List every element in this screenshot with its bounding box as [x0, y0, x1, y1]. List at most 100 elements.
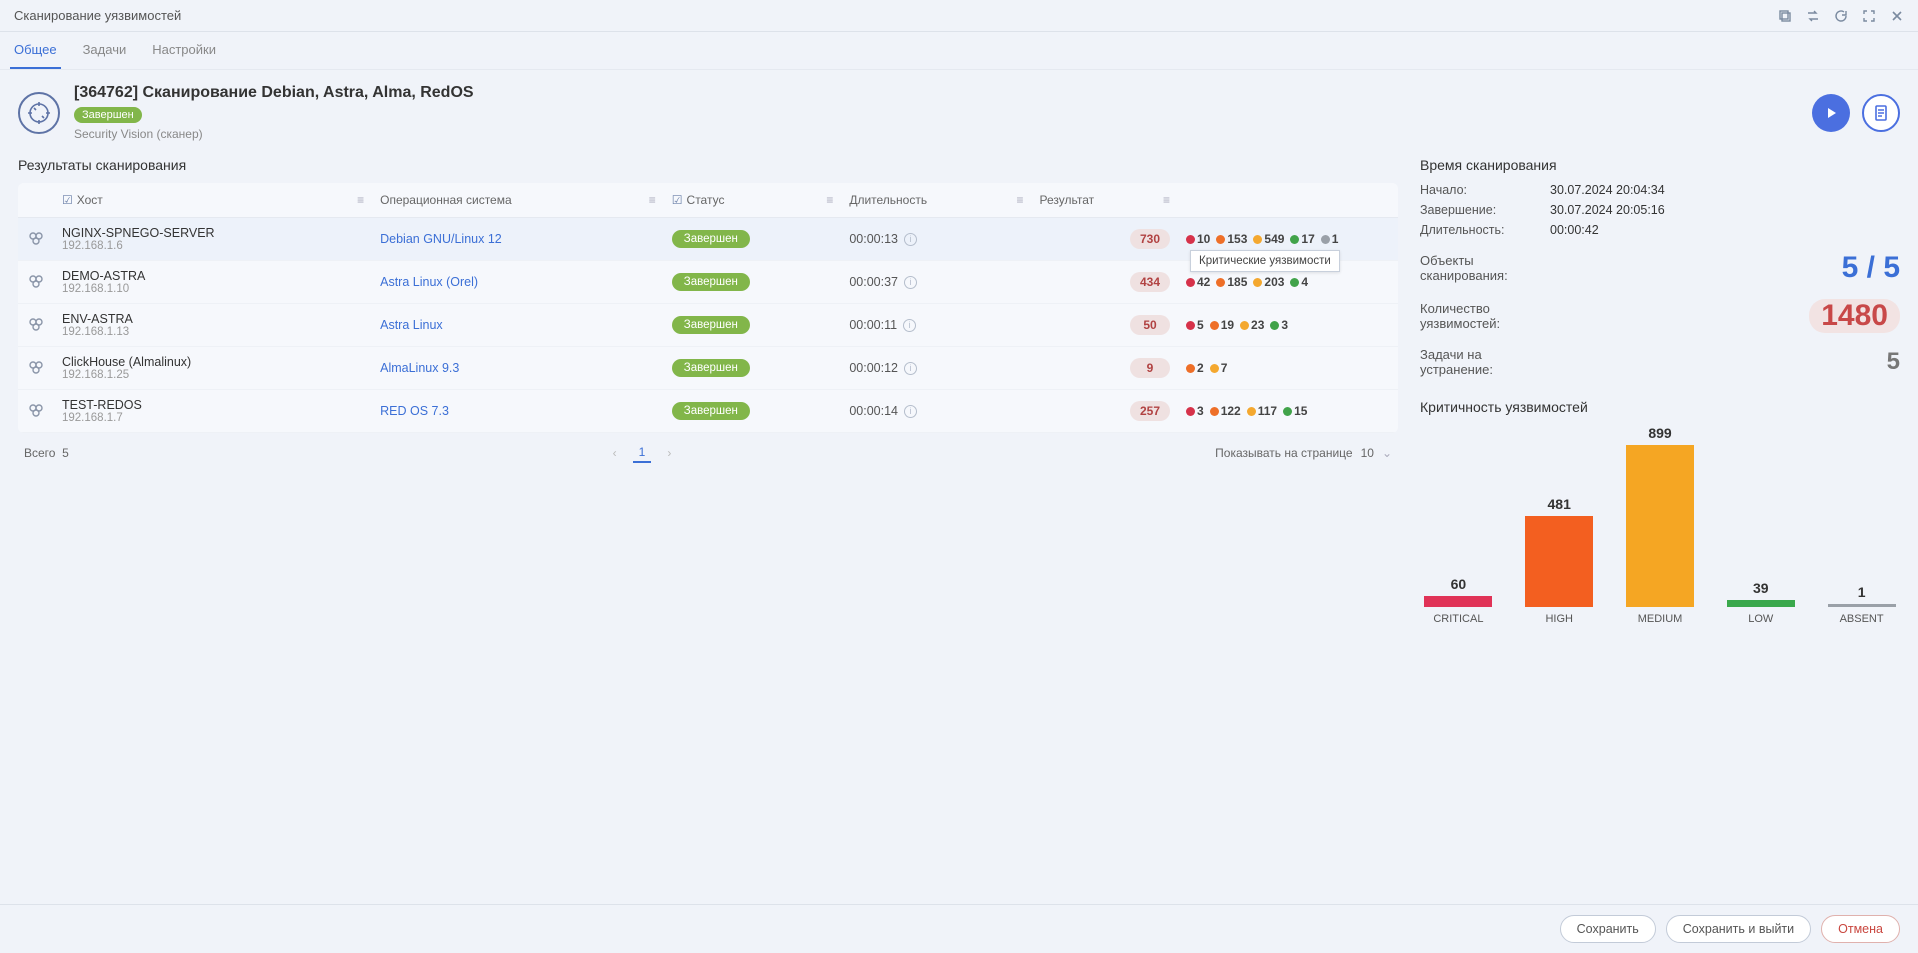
info-icon[interactable]: i [904, 276, 917, 289]
cancel-button[interactable]: Отмена [1821, 915, 1900, 943]
info-icon[interactable]: i [904, 233, 917, 246]
header: [364762] Сканирование Debian, Astra, Alm… [0, 70, 1918, 149]
duration-value: 00:00:12i [849, 361, 917, 375]
save-button[interactable]: Сохранить [1560, 915, 1656, 943]
bar-value: 899 [1648, 425, 1671, 441]
bar-value: 481 [1548, 496, 1571, 512]
table-row[interactable]: TEST-REDOS192.168.1.7 RED OS 7.3 Заверше… [18, 390, 1398, 433]
host-name: DEMO-ASTRA [62, 269, 364, 283]
col-status[interactable]: ☑Статус≡ [664, 183, 842, 218]
copy-icon[interactable] [1778, 9, 1792, 23]
severity-item: 1 [1321, 232, 1339, 246]
maximize-icon[interactable] [1862, 9, 1876, 23]
status-badge: Завершен [672, 273, 750, 291]
bar-category: CRITICAL [1433, 613, 1483, 625]
col-result[interactable]: Результат≡ [1032, 183, 1178, 218]
severity-item: 3 [1186, 404, 1204, 418]
host-icon [26, 323, 46, 337]
host-ip: 192.168.1.10 [62, 283, 364, 295]
host-icon [26, 280, 46, 294]
col-duration[interactable]: Длительность≡ [841, 183, 1031, 218]
table-row[interactable]: NGINX-SPNEGO-SERVER192.168.1.6 Debian GN… [18, 218, 1398, 261]
page-prev[interactable]: ‹ [613, 446, 617, 460]
dur-value: 00:00:42 [1550, 223, 1599, 237]
play-button[interactable] [1812, 94, 1850, 132]
result-total: 434 [1130, 272, 1170, 292]
chart-bar: 481 HIGH [1521, 425, 1598, 625]
header-subtitle: Security Vision (сканер) [74, 127, 1812, 141]
duration-value: 00:00:37i [849, 275, 917, 289]
table-row[interactable]: ClickHouse (Almalinux)192.168.1.25 AlmaL… [18, 347, 1398, 390]
bar-rect [1626, 445, 1694, 607]
results-title: Результаты сканирования [18, 157, 1398, 173]
os-link[interactable]: RED OS 7.3 [380, 404, 449, 418]
severity-item: 15 [1283, 404, 1307, 418]
pager: Всего 5 ‹ 1 › Показывать на странице 10 … [18, 433, 1398, 473]
info-icon[interactable]: i [904, 405, 917, 418]
os-link[interactable]: Debian GNU/Linux 12 [380, 232, 502, 246]
status-badge: Завершен [672, 230, 750, 248]
page-title: [364762] Сканирование Debian, Astra, Alm… [74, 84, 1812, 102]
window-title: Сканирование уязвимостей [14, 8, 181, 23]
chart-bar: 60 CRITICAL [1420, 425, 1497, 625]
save-exit-button[interactable]: Сохранить и выйти [1666, 915, 1811, 943]
os-link[interactable]: Astra Linux [380, 318, 443, 332]
severity-item: 2 [1186, 361, 1204, 375]
page-current[interactable]: 1 [633, 443, 652, 463]
severity-item: 153 [1216, 232, 1247, 246]
objects-label: Объекты сканирования: [1420, 253, 1550, 283]
severity-breakdown: 519233 [1186, 318, 1390, 332]
severity-breakdown: 10153549171Критические уязвимости [1186, 232, 1390, 246]
chart-bar: 899 MEDIUM [1622, 425, 1699, 625]
refresh-icon[interactable] [1834, 9, 1848, 23]
status-badge: Завершен [672, 402, 750, 420]
duration-value: 00:00:13i [849, 232, 917, 246]
col-os[interactable]: Операционная система≡ [372, 183, 664, 218]
page-next[interactable]: › [667, 446, 671, 460]
tab-tasks[interactable]: Задачи [79, 32, 131, 69]
severity-item: 122 [1210, 404, 1241, 418]
table-row[interactable]: ENV-ASTRA192.168.1.13 Astra Linux Заверш… [18, 304, 1398, 347]
vuln-value: 1480 [1809, 299, 1900, 333]
result-total: 730 [1130, 229, 1170, 249]
os-link[interactable]: Astra Linux (Orel) [380, 275, 478, 289]
os-link[interactable]: AlmaLinux 9.3 [380, 361, 459, 375]
info-icon[interactable]: i [903, 319, 916, 332]
chevron-down-icon[interactable]: ⌄ [1382, 446, 1392, 460]
bar-value: 1 [1858, 584, 1866, 600]
report-button[interactable] [1862, 94, 1900, 132]
footer: Сохранить Сохранить и выйти Отмена [0, 904, 1918, 953]
bar-category: MEDIUM [1638, 613, 1683, 625]
bar-value: 39 [1753, 580, 1769, 596]
severity-item: 117 [1247, 404, 1277, 418]
loop-icon[interactable] [1806, 9, 1820, 23]
host-ip: 192.168.1.6 [62, 240, 364, 252]
severity-item: 17 [1290, 232, 1314, 246]
host-icon [26, 237, 46, 251]
titlebar: Сканирование уязвимостей [0, 0, 1918, 32]
severity-item: 19 [1210, 318, 1234, 332]
host-name: ENV-ASTRA [62, 312, 364, 326]
severity-item: 203 [1253, 275, 1284, 289]
severity-item: 4 [1290, 275, 1308, 289]
close-icon[interactable] [1890, 9, 1904, 23]
tabs: Общее Задачи Настройки [0, 32, 1918, 70]
result-total: 9 [1130, 358, 1170, 378]
chart-bar: 39 LOW [1722, 425, 1799, 625]
info-icon[interactable]: i [904, 362, 917, 375]
dur-label: Длительность: [1420, 223, 1550, 237]
tab-settings[interactable]: Настройки [148, 32, 220, 69]
per-page-value[interactable]: 10 [1361, 446, 1374, 460]
bar-rect [1525, 516, 1593, 607]
host-name: ClickHouse (Almalinux) [62, 355, 364, 369]
host-ip: 192.168.1.13 [62, 326, 364, 338]
result-total: 257 [1130, 401, 1170, 421]
bar-rect [1828, 604, 1896, 607]
col-host[interactable]: ☑Хост≡ [54, 183, 372, 218]
per-page-label: Показывать на странице [1215, 446, 1352, 460]
titlebar-actions [1778, 9, 1904, 23]
bar-category: LOW [1748, 613, 1773, 625]
end-value: 30.07.2024 20:05:16 [1550, 203, 1665, 217]
tab-general[interactable]: Общее [10, 32, 61, 69]
end-label: Завершение: [1420, 203, 1550, 217]
